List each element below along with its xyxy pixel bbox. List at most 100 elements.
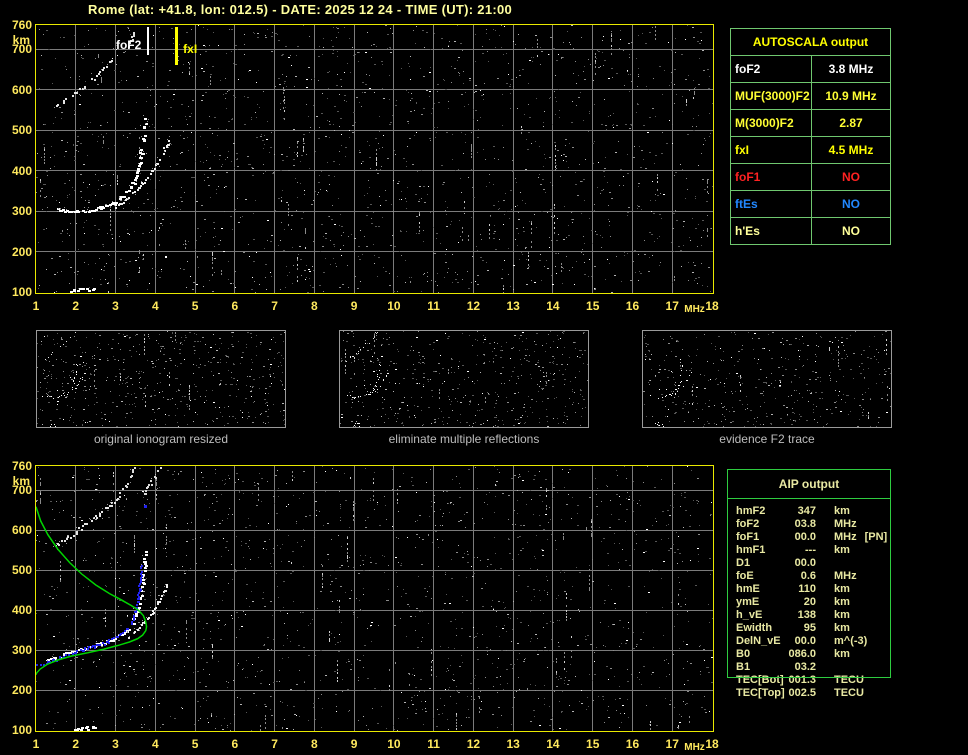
thumbnail-original-ionogram (36, 330, 286, 428)
autoscala-row-h'Es: h'Es NO (731, 218, 890, 244)
parameter-value: NO (842, 170, 860, 184)
autoscala-output-table: AUTOSCALA output foF2 3.8 MHz MUF(3000)F2 1… (730, 28, 891, 245)
aip-value: 110 (798, 582, 816, 595)
autoscala-row-foF1: foF1 NO (731, 164, 890, 191)
x-tick-label: 8 (311, 299, 318, 313)
x-tick-label: 12 (466, 299, 481, 313)
x-tick-label: 14 (546, 737, 560, 751)
x-tick-label: 16 (625, 299, 640, 313)
aip-value: 00.0 (794, 530, 816, 543)
parameter-value: NO (842, 224, 860, 238)
aip-row-hmF1: hmF1 --- km (736, 543, 890, 556)
thumbnail-caption: eliminate multiple reflections (388, 432, 540, 446)
y-tick-label: 400 (11, 163, 32, 178)
x-tick-label: 15 (586, 299, 600, 313)
aip-value: 95 (803, 621, 816, 634)
aip-label: foE (736, 569, 754, 582)
thumbnail-canvas (643, 331, 891, 427)
x-tick-label: 1 (32, 737, 40, 751)
parameter-value: 3.8 MHz (828, 62, 874, 76)
autoscala-row-ftEs: ftEs NO (731, 191, 890, 218)
parameter-value: 10.9 MHz (825, 89, 877, 103)
aip-row-Ewidth: Ewidth 95 km (736, 621, 890, 634)
parameter-label: foF1 (731, 164, 812, 190)
aip-value: 0.6 (800, 569, 816, 582)
x-tick-label: 6 (231, 737, 239, 751)
ionogram-canvas-aip (36, 466, 713, 731)
aip-label: foF2 (736, 517, 760, 530)
x-tick-label: 18 (705, 299, 719, 313)
parameter-label: M(3000)F2 (731, 110, 812, 136)
aip-label: Ewidth (736, 621, 773, 634)
foF2-marker-label: foF2 (115, 38, 142, 52)
y-tick-label: 400 (11, 603, 32, 617)
x-tick-label: 10 (387, 299, 401, 313)
aip-value: 138 (797, 608, 816, 621)
aip-table-header: AIP output (728, 470, 890, 499)
aip-row-TEC[Top]: TEC[Top] 002.5 TECU (736, 686, 890, 699)
aip-row-D1: D1 00.0 (736, 556, 890, 569)
aip-value: 00.0 (794, 634, 816, 647)
autoscala-row-M(3000)F2: M(3000)F2 2.87 (731, 110, 890, 137)
autoscala-row-MUF(3000)F2: MUF(3000)F2 10.9 MHz (731, 83, 890, 110)
fxI-marker-label: fxI (183, 42, 198, 56)
aip-unit: km (834, 608, 850, 621)
y-tick-label: 200 (11, 683, 32, 697)
x-tick-label: 13 (506, 299, 520, 313)
aip-row-ymE: ymE 20 km (736, 595, 890, 608)
parameter-label: h'Es (731, 218, 812, 244)
aip-unit: MHz (834, 517, 857, 530)
aip-table-tec-rows: TEC[Bot] 001.3 TECU TEC[Top] 002.5 TECU (736, 673, 890, 699)
aip-unit: TECU (834, 673, 864, 686)
parameter-label: ftEs (731, 191, 812, 217)
aip-row-foE: foE 0.6 MHz (736, 569, 890, 582)
aip-value: 03.2 (794, 660, 816, 673)
x-tick-label: 1 (32, 299, 40, 313)
aip-unit: km (834, 647, 850, 660)
y-tick-label: 300 (11, 204, 32, 219)
aip-row-foF1: foF1 00.0 MHz [PN] (736, 530, 890, 543)
thumbnail-canvas (37, 331, 285, 427)
autoscala-table-header: AUTOSCALA output (731, 29, 890, 56)
x-tick-label: 4 (151, 737, 159, 751)
x-tick-label: 9 (350, 737, 358, 751)
ionogram-plot-aip (35, 465, 714, 732)
aip-label: h_vE (736, 608, 763, 621)
x-tick-label: 12 (466, 737, 481, 751)
aip-row-hmF2: hmF2 347 km (736, 504, 890, 517)
thumbnail-caption: evidence F2 trace (719, 432, 815, 446)
x-tick-label: 10 (387, 737, 401, 751)
parameter-label: MUF(3000)F2 (731, 83, 812, 109)
aip-value: 001.3 (788, 673, 816, 686)
autoscala-row-foF2: foF2 3.8 MHz (731, 56, 890, 83)
aip-value: 00.0 (794, 556, 816, 569)
aip-row-DelN_vE: DelN_vE 00.0 m^(-3) (736, 634, 890, 647)
aip-unit: km (834, 595, 850, 608)
aip-label: B0 (736, 647, 751, 660)
x-axis-unit-label: MHz (684, 742, 705, 753)
aip-row-B1: B1 03.2 (736, 660, 890, 673)
y-tick-label: 300 (11, 643, 32, 657)
aip-label: ymE (736, 595, 760, 608)
thumbnail-eliminate-reflections (339, 330, 589, 428)
x-tick-label: 2 (72, 299, 80, 313)
y-axis-unit-label: km (12, 33, 30, 47)
aip-label: foF1 (736, 530, 760, 543)
aip-value: 002.5 (788, 686, 816, 699)
aip-value: --- (805, 543, 816, 556)
x-tick-label: 2 (72, 737, 80, 751)
parameter-value: NO (842, 197, 860, 211)
x-tick-label: 13 (506, 737, 520, 751)
x-tick-label: 16 (625, 737, 640, 751)
aip-table-body: hmF2 347 km foF2 03.8 MHz foF1 00.0 MHz [PN] hmF1 -… (736, 504, 890, 673)
aip-unit: km (834, 543, 850, 556)
x-tick-label: 3 (112, 737, 119, 751)
x-tick-label: 7 (271, 299, 278, 313)
y-tick-label: 600 (11, 523, 32, 537)
aip-unit: km (834, 621, 850, 634)
aip-value: 20 (803, 595, 816, 608)
thumbnail-canvas (340, 331, 588, 427)
aip-value: 03.8 (794, 517, 816, 530)
x-tick-label: 11 (427, 299, 440, 313)
y-axis-unit-label: km (12, 474, 30, 488)
